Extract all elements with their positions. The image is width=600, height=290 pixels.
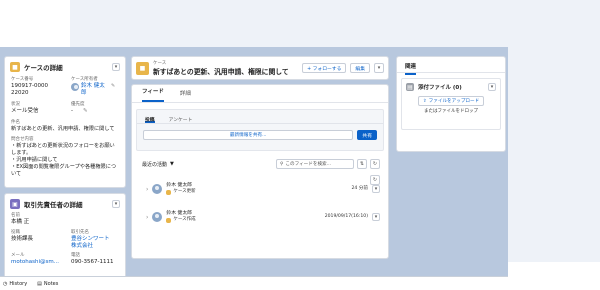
- case-icon: ■: [10, 62, 20, 72]
- record-workspace: ■ ケースの詳細 ▾ ケース番号 190917-000022020 ケース所有者…: [0, 47, 508, 276]
- drop-files-text: またはファイルをドロップ: [424, 109, 478, 114]
- case-icon: ■: [136, 61, 149, 75]
- status-value: メール受信: [11, 108, 39, 114]
- author-avatar: [152, 212, 163, 222]
- case-icon: [166, 217, 172, 223]
- case-detail-title: ケースの詳細: [24, 64, 63, 72]
- related-panel: 関連 ▤ 添付ファイル (0) ▾ ⇪ ファイルをアップロード またはファイルをド…: [396, 56, 506, 152]
- tab-post[interactable]: 投稿: [145, 116, 155, 123]
- subject-value: 新すばあとの更新、汎用申請、権限に関して: [11, 126, 115, 132]
- case-detail-card: ■ ケースの詳細 ▾ ケース番号 190917-000022020 ケース所有者…: [4, 56, 126, 188]
- feed-action: ケース更新: [173, 189, 196, 194]
- account-link[interactable]: 豊谷シンワート株式会社: [71, 236, 111, 250]
- record-tabs: フィード 詳細: [132, 85, 388, 103]
- files-card: ▤ 添付ファイル (0) ▾ ⇪ ファイルをアップロード またはファイルをドロップ: [401, 78, 501, 130]
- contact-icon: ▣: [10, 199, 20, 209]
- edit-pencil-icon: ✎: [83, 108, 88, 114]
- history-button[interactable]: ◷ History: [3, 281, 27, 287]
- contact-detail-header: ▣ 取引先責任者の詳細 ▾: [5, 194, 125, 212]
- notes-icon: ▤: [37, 280, 42, 287]
- case-detail-header: ■ ケースの詳細 ▾: [5, 57, 125, 75]
- feed-action: ケース作成: [173, 217, 196, 222]
- publisher: 投稿 アンケート 最新情報を共有... 共有: [136, 109, 384, 151]
- description-value: ・新すばあとの更新状況のフォローをお願いします。 ・汎用申請に関して ・EX図面…: [11, 143, 117, 177]
- contact-name-value: 本橋 正: [11, 219, 30, 225]
- more-actions-button[interactable]: ▾: [374, 63, 384, 73]
- contact-detail-card: ▣ 取引先責任者の詳細 ▾ 名前 本橋 正 役職 技術課長 取引先名 豊谷シンワ…: [4, 193, 126, 276]
- record-title: 新すばあとの更新、汎用申請、権限に関して: [153, 67, 289, 76]
- record-header: ■ ケース 新すばあとの更新、汎用申請、権限に関して + フォローする 編集 ▾: [131, 56, 389, 80]
- case-number-field: ケース番号 190917-000022020: [11, 77, 48, 96]
- phone-field: 電話 090-3567-1111: [65, 252, 125, 267]
- phone-value: 090-3567-1111: [71, 259, 114, 265]
- utility-bar: ◷ History ▤ Notes: [0, 276, 508, 290]
- feed-timestamp: 24 分前: [351, 186, 369, 191]
- chevron-down-icon[interactable]: ▾: [488, 83, 496, 91]
- chevron-right-icon[interactable]: ›: [146, 214, 148, 221]
- share-update-input[interactable]: 最新情報を共有...: [143, 130, 354, 140]
- change-owner-icon[interactable]: ✎: [111, 83, 115, 89]
- files-title: 添付ファイル (0): [418, 85, 462, 91]
- author-avatar: [152, 184, 163, 194]
- feed-sort-dropdown[interactable]: 最近の活動 ▼: [142, 161, 174, 168]
- share-button[interactable]: 共有: [357, 130, 377, 140]
- follow-button[interactable]: + フォローする: [302, 63, 347, 73]
- priority-value: - ✎: [71, 108, 88, 114]
- contact-name-field: 名前 本橋 正: [5, 212, 125, 227]
- caret-down-icon: ▼: [170, 161, 174, 167]
- filter-icon[interactable]: ⇅: [357, 159, 367, 169]
- feed-item: › 鈴木 健太郎 ケース更新 24 分前 ▾: [146, 183, 380, 195]
- chevron-right-icon[interactable]: ›: [146, 186, 148, 193]
- tab-survey[interactable]: アンケート: [169, 116, 193, 123]
- notes-button[interactable]: ▤ Notes: [37, 281, 58, 287]
- refresh-icon[interactable]: ↻: [370, 159, 380, 169]
- email-link[interactable]: motohashi@sm...: [11, 259, 59, 266]
- file-icon: ▤: [406, 83, 414, 91]
- tab-details[interactable]: 詳細: [180, 89, 191, 102]
- edit-button[interactable]: 編集: [350, 63, 370, 73]
- email-field: メール motohashi@sm...: [11, 253, 59, 266]
- tab-related[interactable]: 関連: [405, 64, 417, 75]
- contact-title-field: 役職 技術課長: [5, 229, 65, 251]
- upload-icon: ⇪: [422, 98, 427, 104]
- case-owner-field: ケース所有者 鈴木 健太郎 ✎: [71, 77, 116, 97]
- tab-feed[interactable]: フィード: [142, 87, 164, 102]
- status-field: 状況 メール受信: [5, 101, 65, 116]
- feed-item: › 鈴木 健太郎 ケース作成 2019/09/17(16:10) ▾: [146, 211, 380, 223]
- case-number-value: 190917-000022020: [11, 83, 48, 96]
- chevron-down-icon[interactable]: ▾: [112, 63, 120, 71]
- search-icon: ⚲: [280, 161, 284, 167]
- owner-avatar: [71, 83, 79, 91]
- case-owner-link[interactable]: 鈴木 健太郎: [81, 83, 109, 97]
- case-icon: [166, 189, 172, 195]
- feed-timestamp: 2019/09/17(16:10): [324, 214, 368, 219]
- item-actions-button[interactable]: ▾: [372, 213, 380, 221]
- contact-title-value: 技術課長: [11, 236, 34, 242]
- description-field: 問合せ内容 ・新すばあとの更新状況のフォローをお願いします。 ・汎用申請に関して…: [5, 136, 125, 179]
- item-actions-button[interactable]: ▾: [372, 185, 380, 193]
- subject-field: 件名 新すばあとの更新、汎用申請、権限に関して: [5, 119, 125, 134]
- history-icon: ◷: [3, 280, 8, 287]
- upload-files-button[interactable]: ⇪ ファイルをアップロード: [417, 96, 485, 106]
- feed-search-input[interactable]: ⚲ このフィードを検索...: [276, 159, 354, 169]
- priority-field: 優先度 - ✎: [65, 101, 125, 116]
- contact-detail-title: 取引先責任者の詳細: [24, 201, 83, 209]
- feed-panel: フィード 詳細 投稿 アンケート 最新情報を共有... 共有 最近の活動 ▼ ⚲ こ…: [131, 84, 389, 259]
- chevron-down-icon[interactable]: ▾: [112, 200, 120, 208]
- account-field: 取引先名 豊谷シンワート株式会社: [71, 230, 111, 250]
